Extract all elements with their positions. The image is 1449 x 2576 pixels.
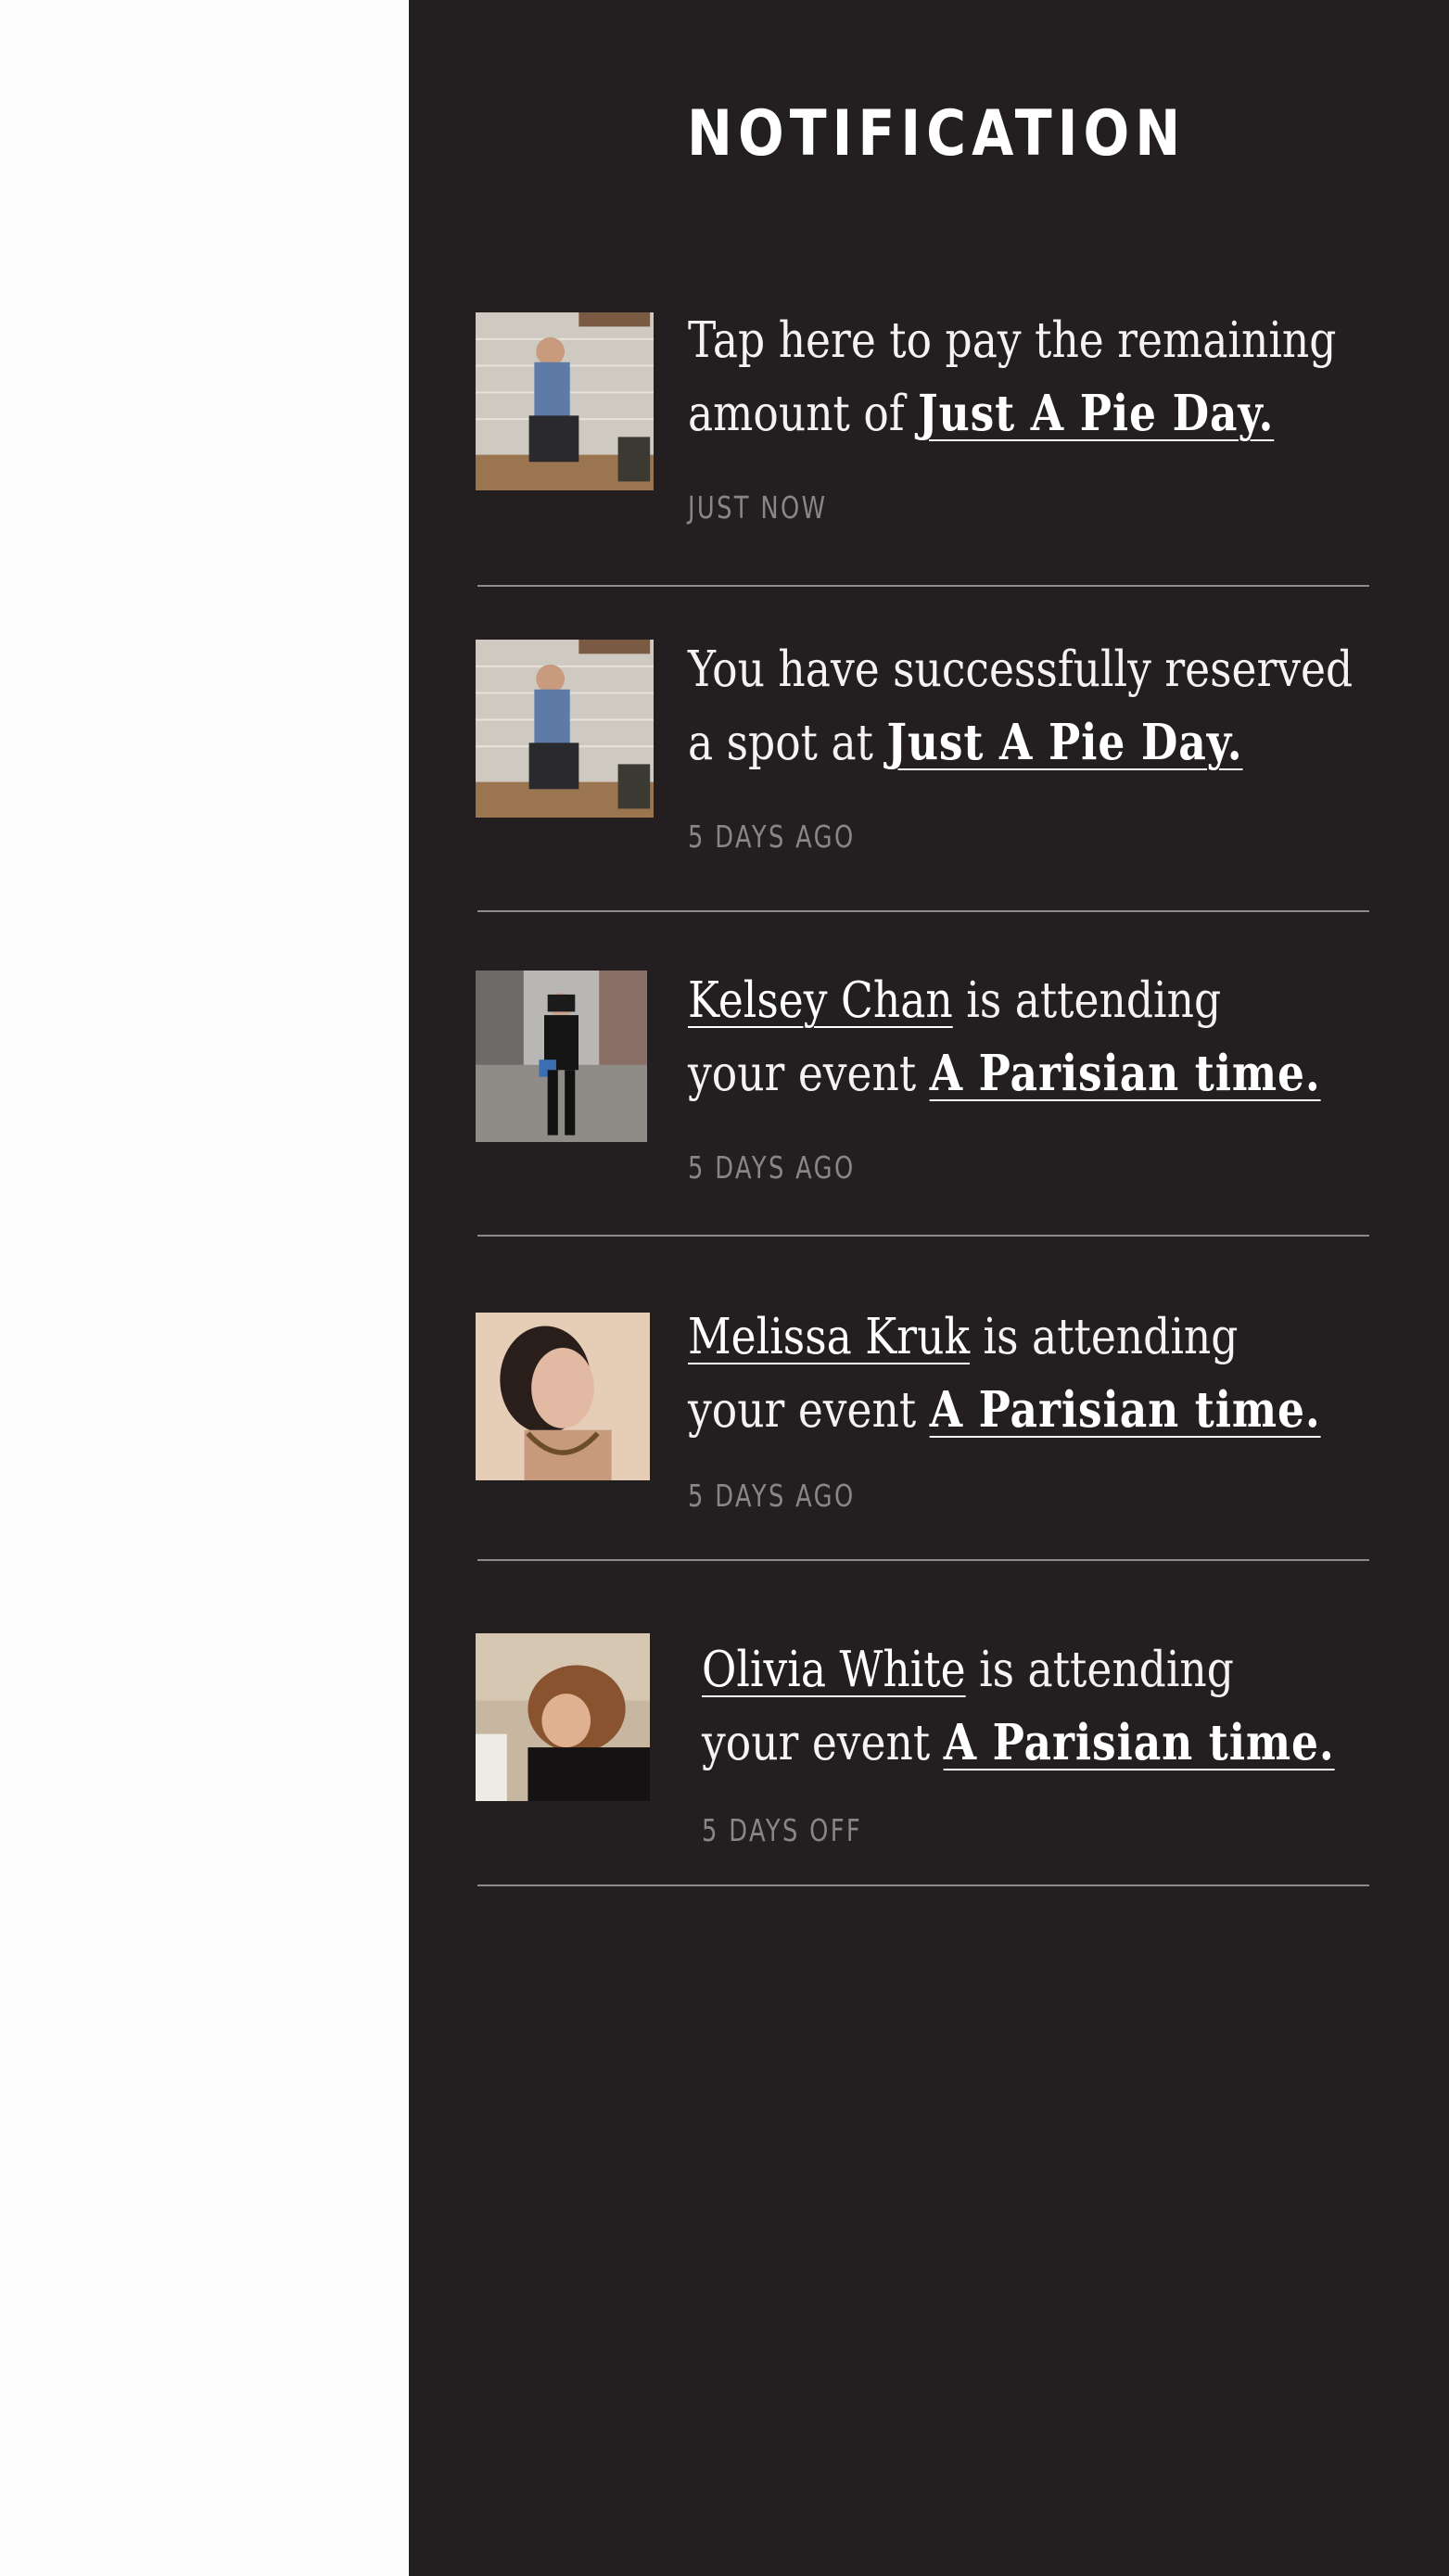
notification-message: Olivia White is attending your event A P… bbox=[702, 1642, 1335, 1771]
event-link[interactable]: Just A Pie Day. bbox=[886, 714, 1242, 771]
event-link[interactable]: A Parisian time. bbox=[930, 1045, 1321, 1102]
notification-message: Melissa Kruk is attending your event A P… bbox=[688, 1309, 1321, 1439]
user-name-link[interactable]: Melissa Kruk bbox=[688, 1309, 970, 1365]
page-title: NOTIFICATION bbox=[687, 97, 1187, 171]
avatar-woman-portrait bbox=[476, 1313, 650, 1480]
event-link[interactable]: A Parisian time. bbox=[930, 1381, 1321, 1439]
avatar-man-sitting bbox=[476, 312, 654, 490]
avatar-woman-redhair bbox=[476, 1633, 650, 1801]
notification-message: You have successfully reserved a spot at… bbox=[688, 641, 1354, 771]
timestamp: 5 DAYS AGO bbox=[688, 1478, 856, 1514]
user-name-link[interactable]: Kelsey Chan bbox=[688, 972, 953, 1029]
divider bbox=[477, 1235, 1369, 1237]
divider bbox=[477, 1559, 1369, 1561]
timestamp: 5 DAYS AGO bbox=[688, 818, 856, 855]
event-link[interactable]: Just A Pie Day. bbox=[918, 385, 1274, 442]
divider bbox=[477, 1884, 1369, 1886]
avatar-man-sitting bbox=[476, 640, 654, 818]
divider bbox=[477, 585, 1369, 587]
user-name-link[interactable]: Olivia White bbox=[702, 1642, 966, 1698]
notification-message: Tap here to pay the remaining amount of … bbox=[688, 312, 1337, 442]
notification-message: Kelsey Chan is attending your event A Pa… bbox=[688, 972, 1321, 1102]
divider bbox=[477, 910, 1369, 912]
timestamp: JUST NOW bbox=[688, 489, 828, 526]
timestamp: 5 DAYS AGO bbox=[688, 1149, 856, 1186]
event-link[interactable]: A Parisian time. bbox=[944, 1714, 1335, 1771]
timestamp: 5 DAYS OFF bbox=[702, 1812, 863, 1848]
avatar-woman-street bbox=[476, 971, 647, 1142]
notification-panel: NOTIFICATION Tap here to pay the remaini… bbox=[409, 0, 1449, 2576]
